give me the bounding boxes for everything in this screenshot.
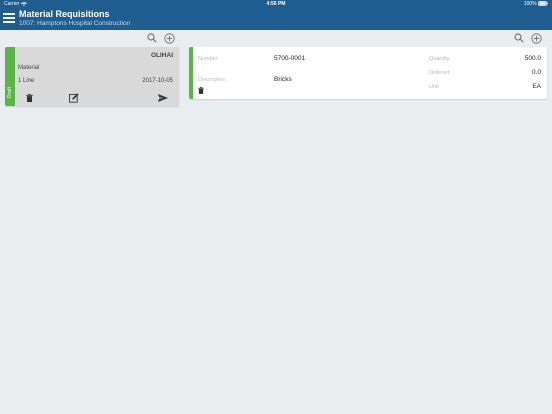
- search-icon: [514, 33, 524, 43]
- requisition-type: Material: [18, 65, 40, 71]
- search-requisitions-button[interactable]: [147, 33, 157, 43]
- unit-value: EA: [532, 83, 541, 90]
- edit-requisition-button[interactable]: [69, 93, 79, 103]
- add-icon: [531, 33, 542, 44]
- quantity-value: 500.0: [524, 55, 541, 62]
- number-label: Number: [198, 56, 218, 62]
- quantity-label: Quantity: [429, 56, 450, 62]
- status-badge: Draft: [7, 87, 13, 98]
- battery-icon: [538, 1, 548, 7]
- delete-line-button[interactable]: [198, 87, 204, 94]
- add-icon: [164, 33, 175, 44]
- trash-icon: [198, 87, 204, 94]
- project-subtitle: 1007: Hamptons Hospital Construction: [19, 20, 131, 27]
- menu-icon[interactable]: [3, 13, 15, 23]
- clock: 4:56 PM: [266, 1, 286, 7]
- line-count: 1 Line: [18, 78, 35, 84]
- requisition-date: 2017-10-05: [142, 78, 173, 84]
- app-header: Material Requisitions 1007: Hamptons Hos…: [0, 8, 552, 30]
- description-value: Bricks: [274, 76, 292, 83]
- add-line-button[interactable]: [531, 33, 542, 44]
- delete-requisition-button[interactable]: [26, 94, 33, 102]
- line-item-card[interactable]: Number 5700-0001 Description Bricks Quan…: [189, 47, 547, 99]
- trash-icon: [26, 94, 33, 102]
- search-lines-button[interactable]: [514, 33, 524, 43]
- unit-label: Unit: [429, 84, 439, 90]
- number-value: 5700-0001: [274, 55, 306, 62]
- requisition-card[interactable]: Draft OLIHAI Material 1 Line 2017-10-05: [5, 47, 179, 106]
- line-status-strip: [189, 47, 193, 99]
- ordered-value: 0.0: [531, 69, 541, 76]
- description-label: Description: [198, 77, 226, 83]
- edit-icon: [69, 93, 79, 103]
- page-title: Material Requisitions: [19, 9, 110, 19]
- add-requisition-button[interactable]: [164, 33, 175, 44]
- search-icon: [147, 33, 157, 43]
- status-bar: Carrier 4:56 PM 100%: [0, 0, 552, 8]
- battery-status: 100%: [524, 1, 548, 7]
- submit-requisition-button[interactable]: [158, 94, 168, 102]
- battery-percent: 100%: [523, 1, 537, 7]
- ordered-label: Ordered: [429, 70, 450, 76]
- requisition-code: OLIHAI: [150, 52, 173, 59]
- send-icon: [158, 94, 168, 102]
